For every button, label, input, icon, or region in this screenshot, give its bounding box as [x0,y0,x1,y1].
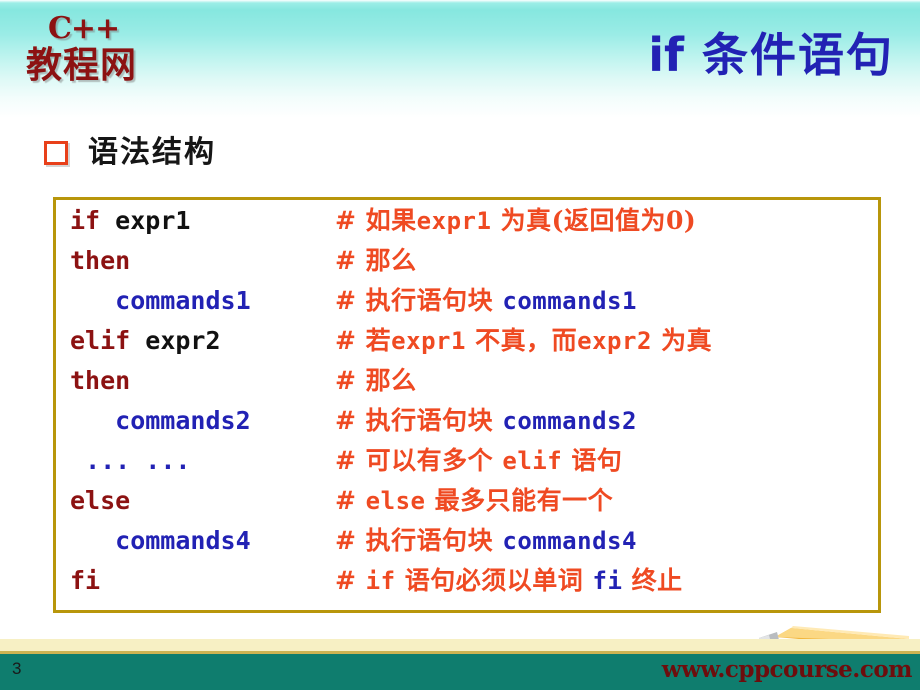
comment-hash: # [335,366,357,395]
code-line: ... ... # 可以有多个 elif 语句 [56,448,878,488]
comment-hash: # [335,246,357,275]
comment-part: 为真 [651,326,713,355]
comment-part: 可以有多个 [356,446,503,475]
slide: C++ 教程网 if 条件语句 语法结构 if expr1 # 如果expr1 为… [0,0,920,690]
code-line-source: elif expr2 [70,328,335,353]
code-command: commands2 [115,406,251,435]
code-line-comment: # 执行语句块 commands1 [335,288,878,313]
comment-part: expr1 [416,207,492,235]
page-title-text: 条件语句 [702,28,894,82]
comment-part: 那么 [356,366,417,395]
code-line-comment: # if 语句必须以单词 fi 终止 [335,568,878,593]
logo-cpp-text: C++ [48,11,120,46]
code-expression: expr1 [100,206,191,235]
code-expression: expr2 [130,326,221,355]
header-banner: C++ 教程网 if 条件语句 [0,0,920,118]
comment-part [356,566,365,595]
bullet-square-icon [44,141,68,165]
code-line: elif expr2 # 若expr1 不真，而expr2 为真 [56,328,878,368]
comment-part: 那么 [356,246,417,275]
comment-part: commands1 [502,287,637,315]
page-number: 3 [12,659,22,678]
code-line: then # 那么 [56,248,878,288]
comment-part: 如果 [356,206,417,235]
code-line: else # else 最多只能有一个 [56,488,878,528]
code-line-comment: # else 最多只能有一个 [335,488,878,513]
code-line: commands2 # 执行语句块 commands2 [56,408,878,448]
comment-part: fi [592,567,623,595]
code-line-comment: # 执行语句块 commands4 [335,528,878,553]
code-line: if expr1 # 如果expr1 为真(返回值为0) [56,208,878,248]
comment-part: 执行语句块 [356,286,503,315]
code-line-source: commands4 [70,528,335,553]
code-line-source: commands1 [70,288,335,313]
comment-part: 为真(返回值为0) [491,206,697,235]
comment-hash: # [335,206,357,235]
code-line-source: then [70,368,335,393]
comment-part [356,486,365,515]
footer-cream-strip [0,639,920,651]
comment-hash: # [335,286,357,315]
code-line-comment: # 那么 [335,368,878,393]
comment-part: commands4 [502,527,637,555]
code-keyword: if [70,206,101,235]
code-line-source: commands2 [70,408,335,433]
comment-part: 若 [356,326,392,355]
comment-part: if [365,567,396,595]
code-line-comment: # 可以有多个 elif 语句 [335,448,878,473]
code-line-comment: # 如果expr1 为真(返回值为0) [335,208,878,233]
code-line-comment: # 那么 [335,248,878,273]
comment-hash: # [335,566,357,595]
page-title-keyword: if [648,28,684,82]
comment-part: 语句必须以单词 [395,566,593,595]
comment-part: expr1 [391,327,466,355]
comment-part: else [365,487,426,515]
site-logo: C++ 教程网 [26,14,196,98]
section-heading: 语法结构 [44,128,216,178]
code-keyword: then [70,366,131,395]
code-keyword: elif [70,326,131,355]
comment-hash: # [335,486,357,515]
code-line: commands1 # 执行语句块 commands1 [56,288,878,328]
comment-part: 执行语句块 [356,526,503,555]
comment-part: 执行语句块 [356,406,503,435]
code-command: commands4 [115,526,251,555]
code-line-source: else [70,488,335,513]
code-line-source: ... ... [70,448,335,473]
comment-part: commands2 [502,407,637,435]
comment-part: 语句 [562,446,623,475]
code-command: ... ... [85,446,191,475]
code-line-source: if expr1 [70,208,335,233]
logo-chinese-text: 教程网 [26,44,138,86]
comment-part: elif [502,447,563,475]
code-keyword: fi [70,566,101,595]
comment-part: 最多只能有一个 [425,486,614,515]
comment-part: 不真，而 [465,326,578,355]
code-line-comment: # 执行语句块 commands2 [335,408,878,433]
page-title: if 条件语句 [648,30,894,81]
syntax-code-box: if expr1 # 如果expr1 为真(返回值为0) then # 那么 comm… [53,197,881,613]
comment-hash: # [335,526,357,555]
code-keyword: then [70,246,131,275]
code-line: then # 那么 [56,368,878,408]
section-heading-label: 语法结构 [88,135,216,170]
site-url: www.cppcourse.com [661,656,913,683]
comment-hash: # [335,406,357,435]
code-command: commands1 [115,286,251,315]
comment-hash: # [335,446,357,475]
code-line-source: then [70,248,335,273]
comment-hash: # [335,326,357,355]
comment-part: expr2 [577,327,652,355]
code-line: fi # if 语句必须以单词 fi 终止 [56,568,878,608]
code-line-comment: # 若expr1 不真，而expr2 为真 [335,328,878,353]
comment-part: 终止 [622,566,683,595]
code-keyword: else [70,486,131,515]
code-line-source: fi [70,568,335,593]
code-line: commands4 # 执行语句块 commands4 [56,528,878,568]
